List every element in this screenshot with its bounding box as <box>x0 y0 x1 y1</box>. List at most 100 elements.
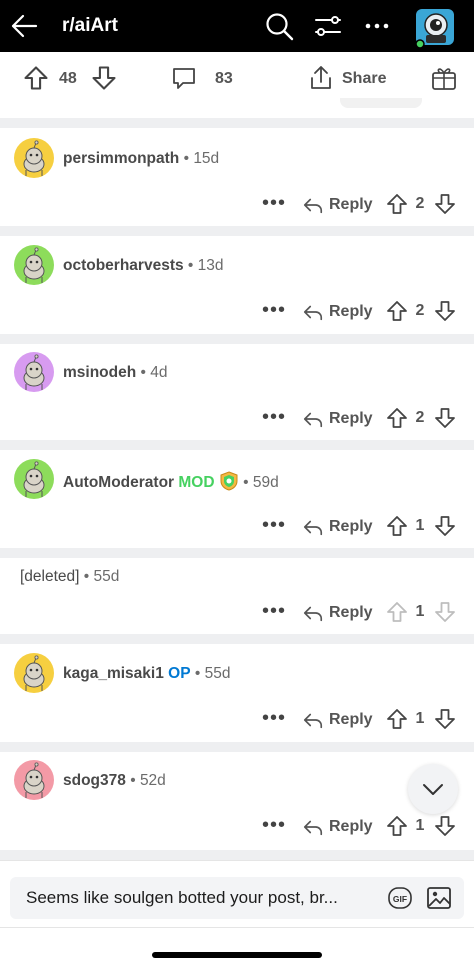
comment-score: 1 <box>415 603 425 620</box>
comment-author-line[interactable]: AutoModerator MOD • 59d <box>63 471 279 492</box>
more-icon[interactable]: ••• <box>262 192 286 214</box>
comment-author-line[interactable]: sdog378 • 52d <box>63 772 166 790</box>
comment-actions: ••• Reply 2 <box>0 406 474 434</box>
more-icon[interactable]: ••• <box>262 514 286 536</box>
divider <box>0 118 474 128</box>
avatar[interactable] <box>14 245 54 285</box>
search-icon[interactable] <box>263 10 295 42</box>
author-name[interactable]: AutoModerator <box>63 474 174 491</box>
divider <box>0 927 474 928</box>
downvote-icon[interactable] <box>90 64 118 92</box>
comment-score: 2 <box>415 409 425 426</box>
upvote-icon[interactable] <box>22 64 50 92</box>
reply-button[interactable]: Reply <box>302 602 373 624</box>
divider <box>0 334 474 344</box>
reply-button[interactable]: Reply <box>302 816 373 838</box>
comment-icon[interactable] <box>170 64 198 92</box>
pill-fragment <box>340 98 422 108</box>
shield-badge-icon <box>220 471 238 491</box>
reply-icon <box>302 194 324 216</box>
more-icon[interactable] <box>361 10 393 42</box>
share-button[interactable]: Share <box>342 70 386 88</box>
more-icon[interactable]: ••• <box>262 406 286 428</box>
reply-button[interactable]: Reply <box>302 516 373 538</box>
author-name[interactable]: msinodeh <box>63 364 136 381</box>
comment-age: 59d <box>252 474 279 491</box>
reply-icon <box>302 709 324 731</box>
comment-card: octoberharvests • 13d ••• Reply 2 <box>0 236 474 334</box>
downvote-icon[interactable] <box>433 514 457 538</box>
reply-icon <box>302 516 324 538</box>
chevron-down-icon <box>423 784 443 795</box>
upvote-icon[interactable] <box>385 814 409 838</box>
divider <box>0 742 474 752</box>
comment-age: 15d <box>193 150 220 167</box>
comment-score: 2 <box>415 195 425 212</box>
divider <box>0 850 474 860</box>
author-name[interactable]: kaga_misaki1 <box>63 665 164 682</box>
comment-age: 55d <box>93 568 120 585</box>
downvote-icon[interactable] <box>433 814 457 838</box>
comment-actions: ••• Reply 1 <box>0 707 474 735</box>
more-icon[interactable]: ••• <box>262 814 286 836</box>
comment-actions: ••• Reply 1 <box>0 600 474 628</box>
top-bar: r/aiArt <box>0 0 474 52</box>
downvote-icon[interactable] <box>433 406 457 430</box>
upvote-icon[interactable] <box>385 514 409 538</box>
comment-card: persimmonpath • 15d ••• Reply 2 <box>0 128 474 226</box>
comment-author-line[interactable]: octoberharvests • 13d <box>63 257 224 275</box>
comment-author-line[interactable]: msinodeh • 4d <box>63 364 168 382</box>
avatar[interactable] <box>14 760 54 800</box>
downvote-icon[interactable] <box>433 299 457 323</box>
reply-button[interactable]: Reply <box>302 194 373 216</box>
comment-author-line[interactable]: kaga_misaki1 OP • 55d <box>63 665 230 683</box>
comment-age: 13d <box>197 257 224 274</box>
comment-score: 1 <box>415 517 425 534</box>
upvote-icon[interactable] <box>385 707 409 731</box>
share-icon[interactable] <box>307 64 335 92</box>
profile-avatar-icon[interactable] <box>414 5 458 49</box>
more-icon[interactable]: ••• <box>262 707 286 729</box>
avatar[interactable] <box>14 352 54 392</box>
author-name[interactable]: sdog378 <box>63 772 126 789</box>
comment-score: 1 <box>415 710 425 727</box>
comment-card: msinodeh • 4d ••• Reply 2 <box>0 344 474 440</box>
comment-card: sdog378 • 52d ••• Reply 1 <box>0 752 474 850</box>
more-icon[interactable]: ••• <box>262 600 286 622</box>
comment-actions: ••• Reply 2 <box>0 192 474 220</box>
downvote-icon[interactable] <box>433 707 457 731</box>
comment-count: 83 <box>215 70 233 87</box>
comment-input[interactable]: Seems like soulgen botted your post, br.… <box>10 877 464 919</box>
divider <box>0 440 474 450</box>
scroll-down-button[interactable] <box>408 764 458 814</box>
upvote-icon[interactable] <box>385 192 409 216</box>
avatar[interactable] <box>14 459 54 499</box>
home-indicator[interactable] <box>152 952 322 958</box>
comment-age: 52d <box>139 772 166 789</box>
upvote-icon[interactable] <box>385 299 409 323</box>
reply-button[interactable]: Reply <box>302 408 373 430</box>
comment-actions: ••• Reply 2 <box>0 299 474 327</box>
subreddit-title[interactable]: r/aiArt <box>62 15 118 37</box>
back-arrow-icon[interactable] <box>8 10 40 42</box>
avatar[interactable] <box>14 653 54 693</box>
downvote-icon <box>433 600 457 624</box>
author-name[interactable]: octoberharvests <box>63 257 184 274</box>
gif-icon[interactable]: GIF <box>388 887 412 909</box>
comment-input-text: Seems like soulgen botted your post, br.… <box>26 888 338 907</box>
author-name[interactable]: persimmonpath <box>63 150 179 167</box>
upvote-icon[interactable] <box>385 406 409 430</box>
downvote-icon[interactable] <box>433 192 457 216</box>
reply-button[interactable]: Reply <box>302 301 373 323</box>
more-icon[interactable]: ••• <box>262 299 286 321</box>
comment-card: AutoModerator MOD • 59d ••• Reply 1 <box>0 450 474 548</box>
reply-button[interactable]: Reply <box>302 709 373 731</box>
filter-icon[interactable] <box>312 10 344 42</box>
comment-age: 55d <box>204 665 231 682</box>
award-icon[interactable] <box>430 64 458 92</box>
image-icon[interactable] <box>426 885 452 911</box>
comment-card: [deleted] • 55d ••• Reply 1 <box>0 558 474 634</box>
comment-card: kaga_misaki1 OP • 55d ••• Reply 1 <box>0 644 474 742</box>
avatar[interactable] <box>14 138 54 178</box>
comment-author-line[interactable]: persimmonpath • 15d <box>63 150 219 168</box>
